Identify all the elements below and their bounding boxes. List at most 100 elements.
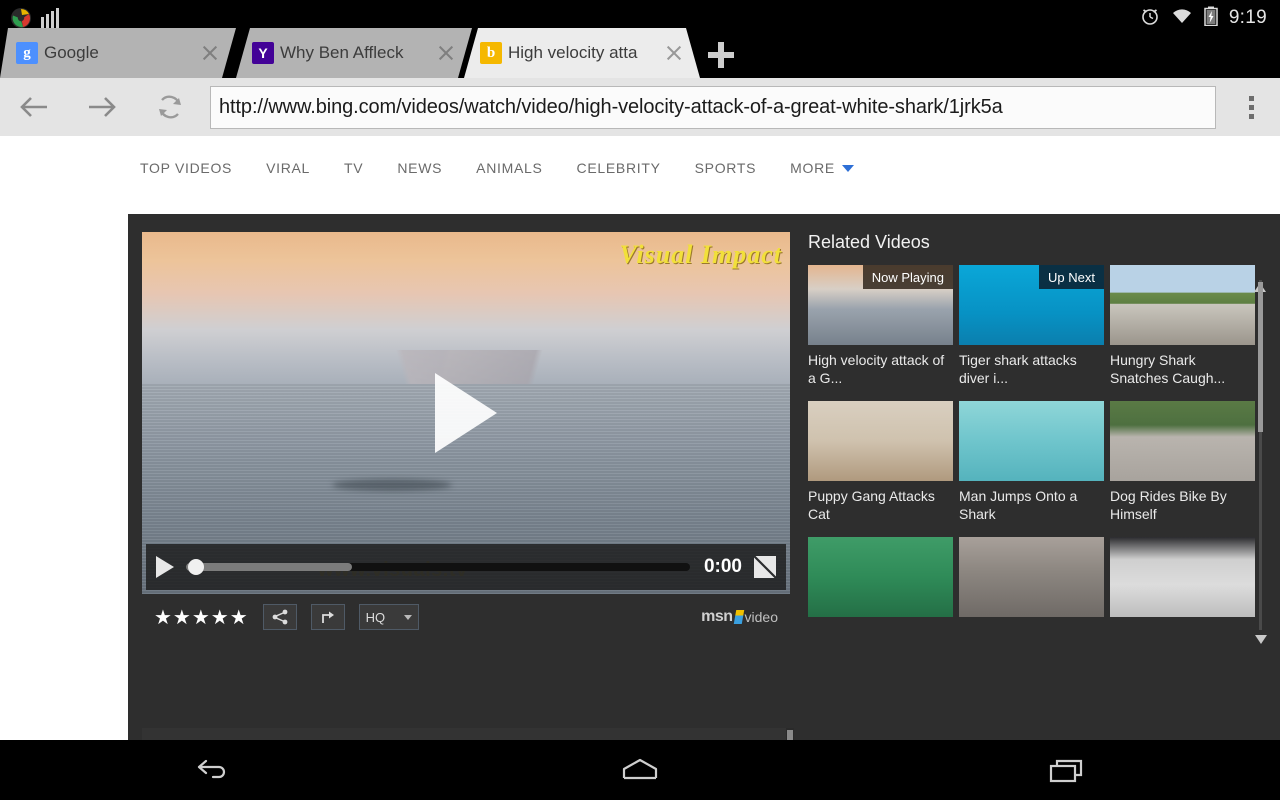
nav-item-viral[interactable]: VIRAL	[266, 160, 310, 176]
related-video-card[interactable]: Up Next Tiger shark attacks diver i...	[959, 265, 1104, 387]
video-title: Dog Rides Bike By Himself	[1110, 488, 1227, 522]
related-videos-scrollbar[interactable]	[1254, 266, 1268, 644]
alarm-clock-icon	[1140, 6, 1160, 31]
video-player[interactable]: Visual Impact www.visuals.tv 0:00	[142, 232, 790, 594]
description-panel: High velocity attack of a Great White Sh…	[142, 728, 794, 740]
share-icon	[272, 609, 288, 625]
related-videos-heading: Related Videos	[808, 232, 930, 252]
reload-button[interactable]	[136, 78, 204, 136]
time-display: 0:00	[703, 556, 742, 577]
player-column: Visual Impact www.visuals.tv 0:00 ★★★★★	[142, 232, 794, 640]
close-icon[interactable]	[662, 41, 686, 65]
video-thumbnail[interactable]	[1110, 265, 1255, 345]
android-home-button[interactable]	[427, 755, 854, 785]
related-links-block: Related Links: Tiger Shark Attacks Diver…	[542, 728, 778, 740]
play-pause-button[interactable]	[156, 556, 174, 578]
back-button[interactable]	[0, 78, 68, 136]
google-favicon: g	[16, 42, 38, 64]
nav-item-sports[interactable]: SPORTS	[695, 160, 757, 176]
status-bar-right: 9:19	[1140, 6, 1280, 31]
url-text[interactable]: http://www.bing.com/videos/watch/video/h…	[219, 96, 1003, 119]
scrollbar-thumb[interactable]	[1258, 282, 1263, 432]
browser-toolbar: http://www.bing.com/videos/watch/video/h…	[0, 78, 1280, 136]
content-shell: Visual Impact www.visuals.tv 0:00 ★★★★★	[128, 214, 1280, 740]
scrubber-handle[interactable]	[188, 559, 204, 575]
video-thumbnail[interactable]: Up Next	[959, 265, 1104, 345]
quality-select[interactable]: HQ	[358, 604, 419, 630]
web-page-viewport: TOP VIDEOS VIRAL TV NEWS ANIMALS CELEBRI…	[0, 136, 1280, 740]
msn-wordmark: msn	[701, 608, 733, 625]
yahoo-favicon: Y	[252, 42, 274, 64]
video-thumbnail[interactable]	[959, 401, 1104, 481]
now-playing-badge: Now Playing	[862, 265, 953, 289]
signal-bars-icon	[41, 8, 59, 28]
fullscreen-button[interactable]	[754, 556, 776, 578]
battery-charging-icon	[1204, 6, 1218, 31]
android-home-icon	[622, 758, 658, 780]
chrome-logo-icon	[10, 7, 32, 29]
related-video-card[interactable]: Hungry Shark Snatches Caugh...	[1110, 265, 1255, 387]
scrollbar-thumb[interactable]	[787, 730, 793, 740]
related-video-card[interactable]: Puppy Gang Attacks Cat	[808, 401, 953, 523]
video-title: High velocity attack of a G...	[808, 352, 945, 386]
video-title: Tiger shark attacks diver i...	[959, 352, 1077, 386]
status-bar-left	[0, 7, 59, 29]
close-icon[interactable]	[198, 41, 222, 65]
url-bar[interactable]: http://www.bing.com/videos/watch/video/h…	[210, 85, 1216, 129]
nav-item-celebrity[interactable]: CELEBRITY	[577, 160, 661, 176]
overflow-menu-icon[interactable]	[1222, 78, 1280, 136]
video-thumbnail[interactable]	[808, 537, 953, 617]
forward-button[interactable]	[68, 78, 136, 136]
tab-strip: g Google Y Why Ben Affleck b High veloci…	[0, 28, 1280, 78]
description-text-block: High velocity attack of a Great White Sh…	[142, 728, 542, 740]
video-thumbnail[interactable]	[1110, 401, 1255, 481]
center-play-button[interactable]	[435, 373, 497, 453]
progress-scrubber[interactable]	[186, 559, 690, 575]
related-video-card[interactable]: Dog Rides Bike By Himself	[1110, 401, 1255, 523]
description-scrollbar[interactable]	[786, 728, 794, 740]
android-recents-icon	[1049, 759, 1082, 783]
video-thumbnail[interactable]	[808, 401, 953, 481]
tab-bing-video[interactable]: b High velocity atta	[464, 28, 700, 78]
video-thumbnail[interactable]	[959, 537, 1104, 617]
nav-item-more[interactable]: MORE	[790, 160, 854, 176]
tab-title: High velocity atta	[508, 43, 638, 62]
nav-item-news[interactable]: NEWS	[397, 160, 442, 176]
msn-video-logo: msn video	[701, 608, 778, 626]
video-title: Puppy Gang Attacks Cat	[808, 488, 935, 522]
android-back-button[interactable]	[0, 755, 427, 785]
android-recents-button[interactable]	[853, 755, 1280, 785]
wifi-icon	[1171, 7, 1193, 30]
msn-flag-icon	[733, 610, 744, 624]
related-video-card[interactable]	[959, 537, 1104, 617]
nav-item-animals[interactable]: ANIMALS	[476, 160, 542, 176]
android-back-icon	[198, 759, 226, 779]
embed-button[interactable]	[310, 604, 345, 630]
scroll-down-icon[interactable]	[1255, 635, 1267, 644]
tab-title: Why Ben Affleck	[280, 43, 404, 62]
nav-item-tv[interactable]: TV	[344, 160, 363, 176]
new-tab-button[interactable]	[704, 38, 738, 72]
related-video-card[interactable]	[808, 537, 953, 617]
nav-more-label: MORE	[790, 160, 835, 176]
bing-favicon: b	[480, 42, 502, 64]
star-rating[interactable]: ★★★★★	[154, 605, 249, 630]
tab-title: Google	[44, 43, 99, 62]
video-thumbnail[interactable]	[1110, 537, 1255, 617]
player-action-bar: ★★★★★ HQ msn video	[142, 594, 790, 640]
video-thumbnail[interactable]: Now Playing	[808, 265, 953, 345]
site-nav-items: TOP VIDEOS VIRAL TV NEWS ANIMALS CELEBRI…	[140, 160, 854, 176]
related-videos-panel: Related Videos Now Playing High velocity…	[808, 232, 1268, 722]
tab-yahoo[interactable]: Y Why Ben Affleck	[236, 28, 472, 78]
related-video-card[interactable]: Now Playing High velocity attack of a G.…	[808, 265, 953, 387]
forward-icon	[89, 97, 116, 117]
related-video-card[interactable]: Man Jumps Onto a Shark	[959, 401, 1104, 523]
nav-item-top-videos[interactable]: TOP VIDEOS	[140, 160, 232, 176]
quality-value: HQ	[365, 609, 386, 625]
video-title: Man Jumps Onto a Shark	[959, 488, 1078, 522]
tab-google[interactable]: g Google	[0, 28, 236, 78]
share-button[interactable]	[262, 604, 297, 630]
related-video-card[interactable]	[1110, 537, 1255, 617]
close-icon[interactable]	[434, 41, 458, 65]
site-nav-bar: TOP VIDEOS VIRAL TV NEWS ANIMALS CELEBRI…	[0, 136, 1280, 212]
